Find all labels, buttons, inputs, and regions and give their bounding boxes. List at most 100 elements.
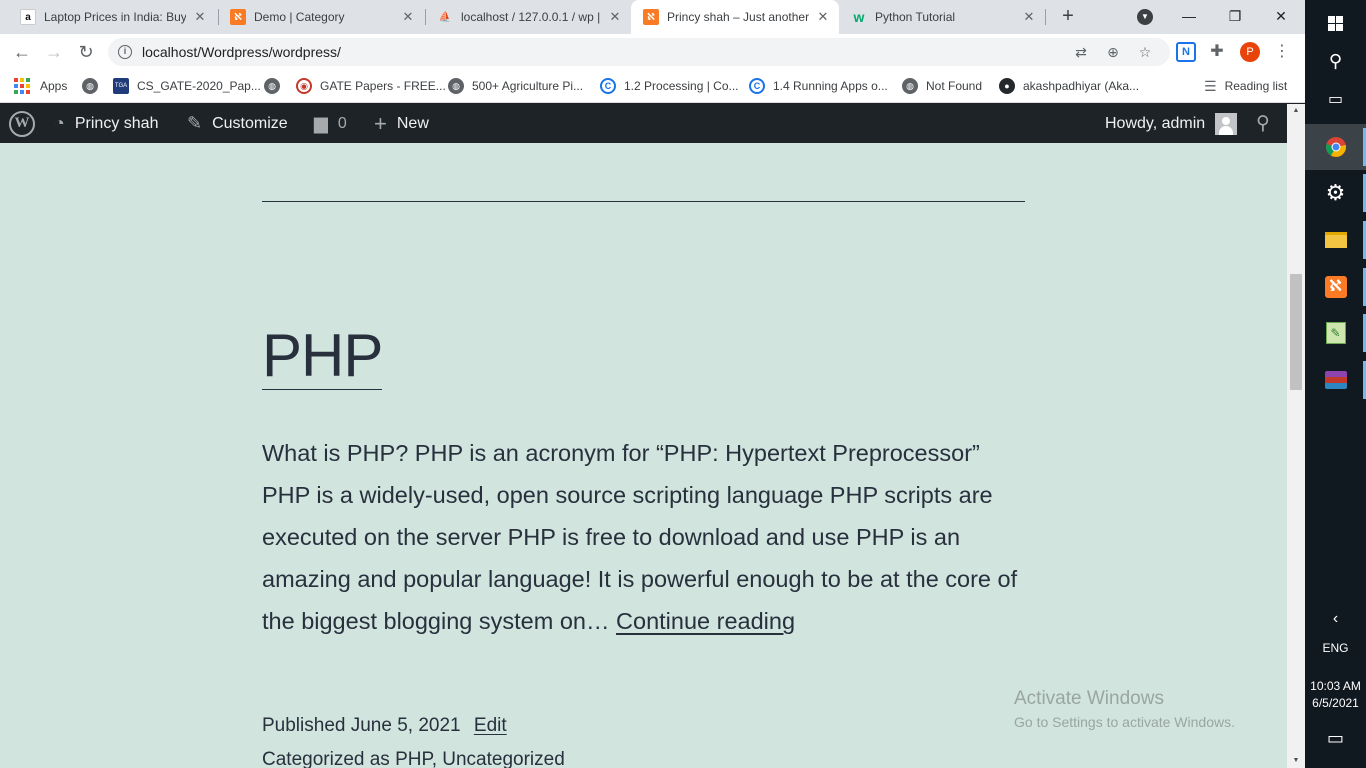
chrome-icon	[1325, 137, 1346, 157]
clock-date[interactable]: 6/5/2021	[1305, 696, 1366, 710]
task-view-button[interactable]: ▭	[1305, 76, 1366, 122]
reading-list[interactable]: ☰ Reading list	[1204, 76, 1287, 96]
bookmark-cs-gate[interactable]: TGA CS_GATE-2020_Pap...	[113, 76, 261, 96]
scroll-up-arrow-icon[interactable]: ▲	[1287, 104, 1305, 118]
xampp-taskbar-button[interactable]: ℵ	[1305, 264, 1366, 310]
categories-line: Categorized as PHP, Uncategorized	[262, 749, 565, 768]
xampp-icon: ℵ	[230, 9, 246, 25]
extensions-puzzle-icon[interactable]: ✚	[1207, 42, 1227, 62]
bookmark-agriculture[interactable]: ◍ 500+ Agriculture Pi...	[448, 76, 583, 96]
show-hidden-icons-chevron-icon[interactable]: ‹	[1305, 610, 1366, 628]
bookmark-star-icon[interactable]: ☆	[1136, 43, 1154, 61]
minimize-button[interactable]: —	[1174, 4, 1204, 28]
file-explorer-taskbar-button[interactable]	[1305, 217, 1366, 263]
category-link[interactable]: PHP	[395, 749, 432, 768]
iisc-icon: ◉	[296, 78, 312, 94]
bookmark-github[interactable]: ● akashpadhiyar (Aka...	[999, 76, 1139, 96]
tab-amazon[interactable]: a Laptop Prices in India: Buy ✕	[8, 0, 216, 34]
translate-icon[interactable]: ⇄	[1072, 43, 1090, 61]
new-tab-button[interactable]: +	[1057, 6, 1079, 28]
tab-python-tutorial[interactable]: w Python Tutorial ✕	[839, 0, 1045, 34]
separator-line	[262, 201, 1025, 202]
reload-button[interactable]: ↻	[74, 40, 98, 64]
folder-icon	[1324, 232, 1347, 248]
tab-strip: a Laptop Prices in India: Buy ✕ ℵ Demo |…	[0, 0, 1305, 34]
extension-n-icon[interactable]: N	[1176, 42, 1196, 62]
bookmark-running-apps[interactable]: C 1.4 Running Apps o...	[749, 76, 888, 96]
tab-divider	[1045, 9, 1046, 25]
tab-title: Laptop Prices in India: Buy	[44, 10, 186, 24]
forward-button[interactable]: →	[42, 40, 66, 64]
bookmark-label: Not Found	[926, 79, 983, 93]
xampp-icon: ℵ	[1324, 276, 1347, 298]
bookmark-label: 500+ Agriculture Pi...	[472, 79, 584, 93]
language-indicator[interactable]: ENG	[1305, 641, 1366, 655]
scroll-down-arrow-icon[interactable]: ▼	[1287, 754, 1305, 768]
bookmark-not-found[interactable]: ◍ Not Found	[902, 76, 982, 96]
scrollbar-thumb[interactable]	[1290, 274, 1302, 390]
comments-link[interactable]: ▆ 0	[314, 104, 347, 143]
wordpress-logo-icon: W	[9, 110, 35, 137]
chrome-taskbar-button[interactable]	[1305, 124, 1366, 170]
tab-phpmyadmin[interactable]: ⛵ localhost / 127.0.0.1 / wp | ✕	[425, 0, 631, 34]
bookmark-globe[interactable]: ◍	[82, 76, 106, 96]
close-icon[interactable]: ✕	[400, 9, 416, 25]
wp-logo-button[interactable]: W	[9, 104, 35, 143]
notepad-plus-icon: ✎	[1325, 322, 1346, 344]
page-scrollbar[interactable]: ▲ ▼	[1287, 104, 1305, 768]
restore-button[interactable]: ❐	[1220, 4, 1250, 28]
bookmark-globe[interactable]: ◍	[264, 76, 288, 96]
site-name-link[interactable]: ◔ Princy shah	[54, 104, 158, 143]
bookmark-apps[interactable]: Apps	[14, 76, 67, 96]
watermark-title: Activate Windows	[1014, 688, 1164, 709]
site-name: Princy shah	[74, 114, 159, 132]
action-center-icon[interactable]: ▭	[1305, 728, 1366, 749]
edit-link[interactable]: Edit	[474, 715, 507, 736]
post-title[interactable]: PHP	[262, 323, 383, 390]
address-bar[interactable]: i localhost/Wordpress/wordpress/ ⇄ ⊕ ☆	[108, 38, 1170, 66]
customize-link[interactable]: ✎ Customize	[187, 104, 288, 143]
task-view-icon: ▭	[1327, 91, 1344, 108]
close-icon[interactable]: ✕	[815, 9, 831, 25]
new-content-link[interactable]: + New	[374, 104, 429, 143]
close-icon[interactable]: ✕	[192, 9, 208, 25]
clock-time[interactable]: 10:03 AM	[1305, 679, 1366, 693]
dashboard-gauge-icon: ◔	[54, 113, 65, 133]
winrar-taskbar-button[interactable]	[1305, 357, 1366, 403]
bookmark-gate-papers[interactable]: ◉ GATE Papers - FREE...	[296, 76, 446, 96]
site-info-icon[interactable]: i	[118, 45, 132, 59]
avatar	[1215, 112, 1238, 135]
back-button[interactable]: ←	[10, 40, 34, 64]
windows-logo-icon	[1328, 15, 1343, 31]
phpmyadmin-icon: ⛵	[438, 11, 452, 23]
url-text[interactable]: localhost/Wordpress/wordpress/	[142, 44, 341, 60]
tab-search-icon[interactable]: ▼	[1137, 9, 1153, 25]
profile-avatar[interactable]: P	[1240, 42, 1260, 62]
close-window-button[interactable]: ✕	[1266, 4, 1296, 28]
zoom-icon[interactable]: ⊕	[1104, 43, 1122, 61]
notepad-taskbar-button[interactable]: ✎	[1305, 310, 1366, 356]
howdy-text: Howdy, admin	[1105, 114, 1206, 132]
tab-princy-shah[interactable]: ℵ Princy shah – Just another ✕	[631, 0, 839, 34]
bookmark-processing[interactable]: C 1.2 Processing | Co...	[600, 76, 739, 96]
my-account-link[interactable]: Howdy, admin	[1105, 104, 1238, 143]
github-icon: ●	[999, 78, 1015, 94]
post-date[interactable]: June 5, 2021	[351, 715, 461, 736]
search-icon: ⚲	[1256, 113, 1270, 134]
posted-on: Published June 5, 2021 Edit	[262, 709, 565, 743]
bookmarks-bar: Apps ◍ TGA CS_GATE-2020_Pap... ◍ ◉ GATE …	[0, 70, 1305, 103]
search-button[interactable]: ⚲	[1256, 104, 1270, 143]
c-icon: C	[600, 78, 616, 94]
category-link[interactable]: Uncategorized	[442, 749, 565, 768]
menu-kebab-icon[interactable]: ⋮	[1272, 42, 1292, 62]
close-icon[interactable]: ✕	[1021, 9, 1037, 25]
settings-taskbar-button[interactable]: ⚙	[1305, 170, 1366, 216]
close-icon[interactable]: ✕	[607, 9, 623, 25]
winrar-icon	[1324, 371, 1347, 389]
categorized-label: Categorized as	[262, 749, 390, 768]
tab-demo-category[interactable]: ℵ Demo | Category ✕	[218, 0, 424, 34]
globe-icon: ◍	[82, 78, 98, 94]
continue-reading-link[interactable]: Continue reading	[616, 608, 795, 634]
w3schools-icon: w	[853, 9, 865, 25]
plus-icon: +	[374, 110, 387, 136]
